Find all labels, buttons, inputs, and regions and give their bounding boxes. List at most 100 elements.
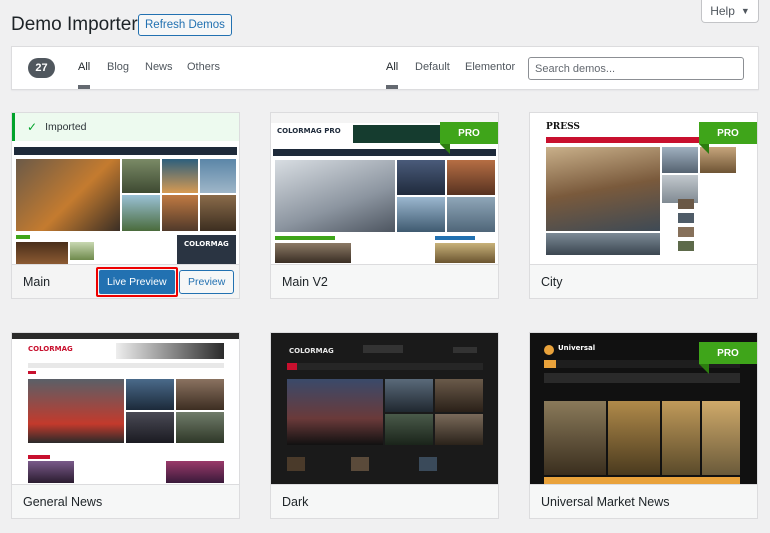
tab-category-all[interactable]: All	[78, 61, 91, 89]
thumb-image	[126, 379, 174, 410]
thumb-logo: COLORMAG	[28, 345, 73, 353]
demo-card-main[interactable]: ✓ Imported COLORMAG Main Live Preview Pr…	[11, 112, 240, 299]
thumb-logo-mark	[544, 345, 554, 355]
thumb-image	[662, 147, 698, 173]
pro-ribbon: PRO	[699, 342, 757, 374]
tab-category-news[interactable]: News	[145, 61, 173, 73]
demo-count-badge: 27	[28, 58, 55, 78]
live-preview-button[interactable]: Live Preview	[99, 270, 175, 294]
refresh-demos-button[interactable]: Refresh Demos	[138, 14, 232, 36]
thumb-ticker	[544, 373, 740, 383]
tab-builder-all[interactable]: All	[386, 61, 399, 89]
demo-thumbnail[interactable]: Universal PRO	[530, 333, 757, 484]
thumb-image	[546, 233, 660, 255]
thumb-image	[176, 412, 224, 443]
thumb-image	[397, 197, 445, 232]
thumb-tag	[28, 371, 36, 374]
demo-thumbnail[interactable]: ✓ Imported COLORMAG	[12, 113, 239, 264]
demo-name: Universal Market News	[541, 495, 670, 509]
demo-card-city[interactable]: PRESS PRO City	[529, 112, 758, 299]
pro-ribbon: PRO	[699, 122, 757, 154]
thumb-image	[200, 195, 236, 231]
demo-thumbnail[interactable]: COLORMAG	[271, 333, 498, 484]
thumb-nav	[28, 363, 224, 368]
demo-thumbnail[interactable]: PRESS PRO	[530, 113, 757, 264]
thumb-logo: COLORMAG	[184, 240, 229, 248]
demo-card-universal-market-news[interactable]: Universal PRO Universal Market News	[529, 332, 758, 519]
thumb-nav-active	[287, 363, 297, 370]
thumb-image	[385, 379, 433, 412]
thumb-image	[275, 243, 351, 263]
thumb-nav	[14, 147, 237, 155]
thumb-hero-image	[546, 147, 660, 231]
thumb-ad	[353, 125, 448, 143]
thumb-hero-image	[275, 160, 395, 232]
thumb-image	[435, 243, 495, 263]
thumb-logo: PRESS	[546, 122, 580, 132]
thumb-tag	[28, 455, 50, 459]
thumb-ad	[363, 345, 403, 353]
thumb-tag	[16, 235, 30, 239]
thumb-image	[166, 461, 224, 483]
demo-name: City	[541, 275, 563, 289]
demo-card-general-news[interactable]: COLORMAG General News	[11, 332, 240, 519]
thumb-image	[16, 242, 68, 264]
demo-card-main-v2[interactable]: COLORMAG PRO PRO Main V2	[270, 112, 499, 299]
thumb-hero-image	[544, 401, 606, 475]
thumb-hero-image	[287, 379, 383, 445]
thumb-image	[608, 401, 660, 475]
check-icon: ✓	[27, 120, 38, 134]
preview-button[interactable]: Preview	[179, 270, 235, 294]
thumb-image	[122, 159, 160, 193]
thumb-image	[176, 379, 224, 410]
thumb-image	[678, 241, 694, 251]
thumb-image	[435, 379, 483, 412]
demo-card-footer: Main V2	[271, 264, 498, 298]
thumb-hero-image	[28, 379, 124, 443]
demo-card-footer: General News	[12, 484, 239, 518]
thumb-image	[351, 457, 369, 471]
thumb-tag	[275, 236, 335, 240]
thumb-image	[678, 199, 694, 209]
demo-name: Dark	[282, 495, 309, 509]
pro-label: PRO	[717, 347, 739, 359]
thumb-ad	[116, 343, 224, 359]
tab-category-others[interactable]: Others	[187, 61, 220, 73]
imported-label: Imported	[45, 121, 87, 133]
help-label: Help	[710, 4, 735, 18]
thumb-image	[122, 195, 160, 231]
thumb-nav	[273, 149, 496, 156]
thumb-image	[126, 412, 174, 443]
search-demos-input[interactable]	[528, 57, 744, 80]
caret-down-icon: ▼	[740, 6, 750, 16]
thumb-image	[385, 414, 433, 445]
live-preview-highlight: Live Preview	[96, 267, 178, 297]
thumb-logo: COLORMAG PRO	[277, 127, 341, 135]
thumb-image	[287, 457, 305, 471]
page-title: Demo Importer	[11, 14, 138, 35]
demo-thumbnail[interactable]: COLORMAG	[12, 333, 239, 484]
tab-builder-default[interactable]: Default	[415, 61, 450, 73]
pro-label: PRO	[458, 127, 480, 139]
demo-thumbnail[interactable]: COLORMAG PRO PRO	[271, 113, 498, 264]
imported-notice: ✓ Imported	[12, 113, 239, 141]
thumb-nav-active	[544, 360, 556, 368]
demo-name: Main	[23, 275, 51, 289]
tab-category-blog[interactable]: Blog	[107, 61, 129, 73]
demo-name: General News	[23, 495, 103, 509]
thumb-image	[162, 159, 198, 193]
filter-bar: 27 All Blog News Others All Default Elem…	[11, 46, 759, 90]
thumb-image	[397, 160, 445, 195]
thumb-button	[453, 347, 477, 353]
help-button[interactable]: Help ▼	[701, 0, 759, 23]
thumb-image	[200, 159, 236, 193]
thumb-image	[435, 414, 483, 445]
demo-card-footer: City	[530, 264, 757, 298]
pro-ribbon: PRO	[440, 122, 498, 154]
thumb-topbar	[12, 333, 239, 339]
tab-builder-elementor[interactable]: Elementor	[465, 61, 515, 73]
thumb-nav	[287, 363, 483, 370]
demo-card-dark[interactable]: COLORMAG Dark	[270, 332, 499, 519]
thumb-image	[162, 195, 198, 231]
thumb-image	[28, 461, 74, 483]
